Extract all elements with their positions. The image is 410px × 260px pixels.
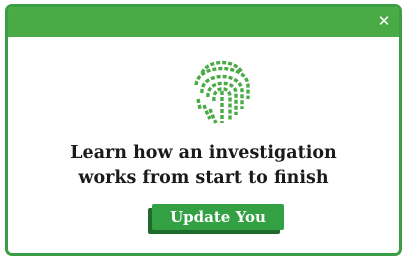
headline-line-1: Learn how an investigation [70,143,337,163]
headline-line-2: works from start to finish [78,168,329,188]
cta-container: Update You [148,204,284,234]
update-you-button[interactable]: Update You [152,204,284,230]
popup-header-bar: ✕ [8,7,399,37]
fingerprint-icon [194,60,250,124]
headline: Learn how an investigation works from st… [8,141,399,191]
promo-popup: ✕ Learn how an investigation works from … [5,4,402,256]
close-button[interactable]: ✕ [373,9,395,33]
